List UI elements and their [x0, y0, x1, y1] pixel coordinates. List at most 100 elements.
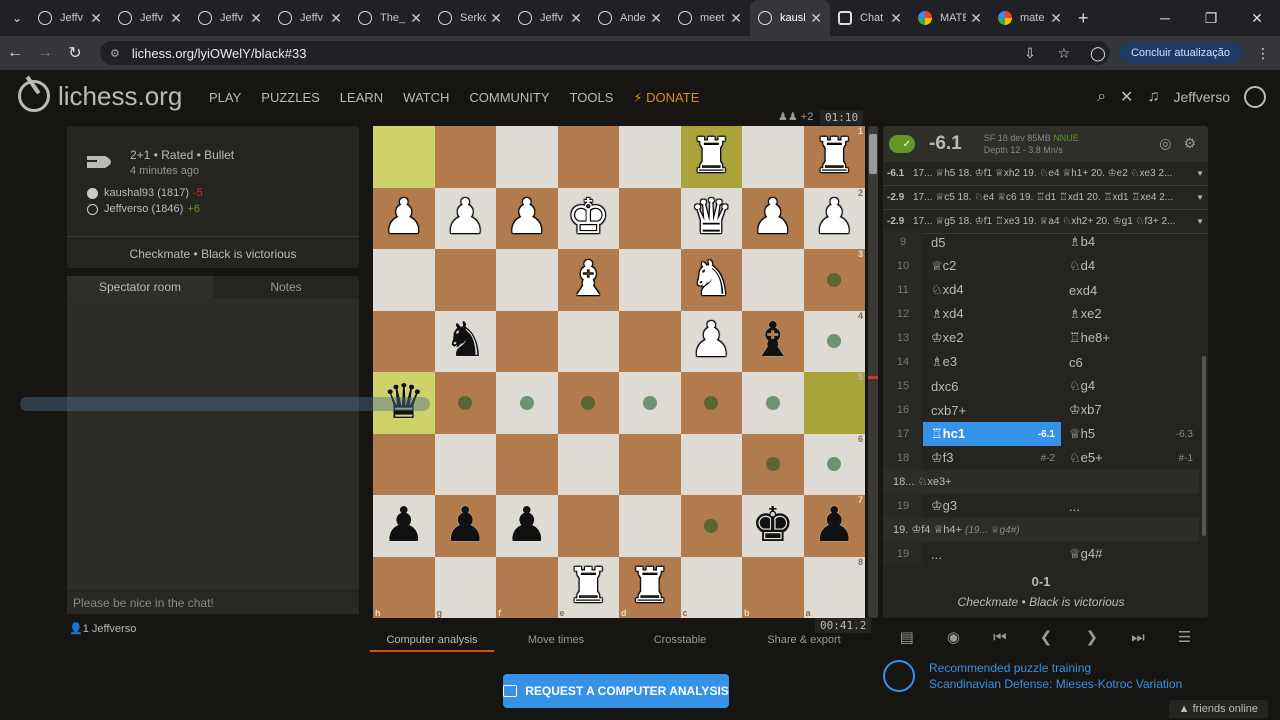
tab-close-icon[interactable]: ✕ [650, 10, 662, 27]
site-logo[interactable]: lichess.org [18, 80, 182, 112]
board-square[interactable] [619, 249, 681, 311]
reload-icon[interactable]: ↻ [60, 43, 90, 63]
prev-move-icon[interactable]: ❮ [1040, 628, 1053, 646]
browser-tab[interactable]: Serkc ✕ [430, 0, 510, 36]
board-square[interactable]: ♟ 2 [803, 187, 865, 249]
black-move[interactable]: ♘d4 [1061, 254, 1199, 278]
tab-computer-analysis[interactable]: Computer analysis [370, 630, 494, 652]
board-square[interactable] [742, 433, 804, 495]
board-square[interactable]: ♟ [373, 495, 435, 557]
chess-piece[interactable]: ♞ [444, 317, 487, 365]
white-move[interactable]: ♗e3 [923, 350, 1061, 374]
player-white[interactable]: kaushal93 (1817) -5 [87, 187, 203, 199]
board-square[interactable] [373, 310, 435, 372]
challenge-swords-icon[interactable]: ✕ [1120, 87, 1133, 107]
first-move-icon[interactable]: ⏮ [993, 629, 1007, 646]
tab-close-icon[interactable]: ✕ [330, 10, 342, 27]
board-square[interactable]: ♜ e [557, 556, 619, 618]
move-destination-dot[interactable] [519, 395, 534, 410]
board-square[interactable]: ♟ [434, 495, 496, 557]
chess-board[interactable]: ♜ ♜ 1 ♟ ♟ ♟ ♚ ♛ ♟ ♟ 2 ♝ ♞ 3 ♞ ♟ ♝ 4 ♛ 5 6 ♟ ♟ ♟ ♚ ♟ 7 h g f ♜ e ♜ d c b 8 a [373, 126, 865, 618]
chess-piece[interactable]: ♟ [382, 194, 425, 242]
tab-notes[interactable]: Notes [213, 276, 359, 298]
board-square[interactable]: ♝ [742, 310, 804, 372]
board-square[interactable]: ♟ [496, 495, 558, 557]
browser-tab[interactable]: Chat ✕ [830, 0, 910, 36]
board-square[interactable] [496, 372, 558, 434]
white-move[interactable]: ♔xe2 [923, 326, 1061, 350]
practice-icon[interactable]: ◉ [947, 628, 960, 646]
board-square[interactable] [742, 249, 804, 311]
board-square[interactable] [434, 249, 496, 311]
tab-search-icon[interactable]: ⌄ [4, 5, 30, 31]
board-square[interactable] [742, 372, 804, 434]
board-square[interactable]: ♞ [434, 310, 496, 372]
update-button[interactable]: Concluir atualização [1118, 42, 1242, 64]
chess-piece[interactable]: ♟ [813, 194, 856, 242]
chess-piece[interactable]: ♚ [751, 501, 794, 550]
pv-expand-icon[interactable]: ▼ [1196, 169, 1204, 178]
tab-move-times[interactable]: Move times [494, 630, 618, 652]
minimize-icon[interactable]: ─ [1142, 0, 1188, 36]
board-square[interactable]: ♟ [373, 187, 435, 249]
white-move[interactable]: d5 [923, 230, 1061, 254]
white-move[interactable]: ♕c2 [923, 254, 1061, 278]
board-square[interactable]: g [434, 556, 496, 618]
board-square[interactable] [619, 187, 681, 249]
move-destination-dot[interactable] [765, 457, 780, 472]
chess-piece[interactable]: ♟ [505, 501, 548, 550]
tab-close-icon[interactable]: ✕ [90, 10, 102, 27]
board-square[interactable]: ♝ [557, 249, 619, 311]
board-square[interactable] [680, 433, 742, 495]
board-square[interactable] [373, 249, 435, 311]
white-move[interactable]: ♔f3 #-2 [923, 446, 1061, 470]
tab-close-icon[interactable]: ✕ [490, 10, 502, 27]
tab-close-icon[interactable]: ✕ [570, 10, 582, 27]
browser-tab[interactable]: Jeffv ✕ [110, 0, 190, 36]
browser-tab[interactable]: meet ✕ [670, 0, 750, 36]
black-move[interactable]: ♔xb7 [1061, 398, 1199, 422]
next-move-icon[interactable]: ❯ [1086, 628, 1099, 646]
board-square[interactable] [557, 310, 619, 372]
board-square[interactable] [742, 126, 804, 188]
profile-icon[interactable]: ◯ [1081, 45, 1115, 62]
move-list-scrollbar[interactable] [1202, 356, 1206, 536]
nav-play[interactable]: PLAY [209, 90, 241, 106]
board-square[interactable] [557, 433, 619, 495]
board-square[interactable]: ♟ 7 [803, 495, 865, 557]
white-move[interactable]: ... [923, 542, 1061, 566]
puzzle-recommendation[interactable]: Recommended puzzle training Scandinavian… [883, 660, 1182, 692]
board-square[interactable] [619, 433, 681, 495]
move-destination-dot[interactable] [704, 395, 719, 410]
variation-line[interactable]: 18... ♘xe3+ [883, 470, 1199, 494]
player-black[interactable]: Jeffverso (1846) +6 [87, 203, 200, 215]
white-move[interactable]: ♘xd4 [923, 278, 1061, 302]
pv-expand-icon[interactable]: ▼ [1196, 217, 1204, 226]
browser-tab[interactable]: The_I ✕ [350, 0, 430, 36]
nav-learn[interactable]: LEARN [340, 90, 383, 106]
board-square[interactable] [434, 372, 496, 434]
tab-spectator-room[interactable]: Spectator room [67, 276, 213, 298]
close-window-icon[interactable]: ✕ [1234, 0, 1280, 36]
target-icon[interactable]: ◎ [1159, 135, 1171, 152]
move-destination-dot[interactable] [765, 395, 780, 410]
notifications-bell-icon[interactable]: ♫ [1147, 88, 1159, 106]
bookmark-star-icon[interactable]: ☆ [1047, 45, 1081, 62]
tab-crosstable[interactable]: Crosstable [618, 630, 742, 652]
chess-piece[interactable]: ♟ [690, 317, 733, 365]
engine-toggle[interactable]: ✓ [889, 135, 915, 153]
browser-tab[interactable]: mate ✕ [990, 0, 1070, 36]
move-destination-dot[interactable] [642, 395, 657, 410]
white-move[interactable]: cxb7+ [923, 398, 1061, 422]
tab-close-icon[interactable]: ✕ [410, 10, 422, 27]
board-square[interactable]: 8a [803, 556, 865, 618]
move-destination-dot[interactable] [704, 518, 719, 533]
chess-piece[interactable]: ♚ [567, 194, 610, 242]
board-square[interactable]: b [742, 556, 804, 618]
board-square[interactable] [557, 126, 619, 188]
username-link[interactable]: Jeffverso [1173, 89, 1230, 105]
nav-watch[interactable]: WATCH [403, 90, 449, 106]
tab-share-export[interactable]: Share & export [742, 630, 866, 652]
board-square[interactable] [680, 372, 742, 434]
board-square[interactable]: ♟ [434, 187, 496, 249]
